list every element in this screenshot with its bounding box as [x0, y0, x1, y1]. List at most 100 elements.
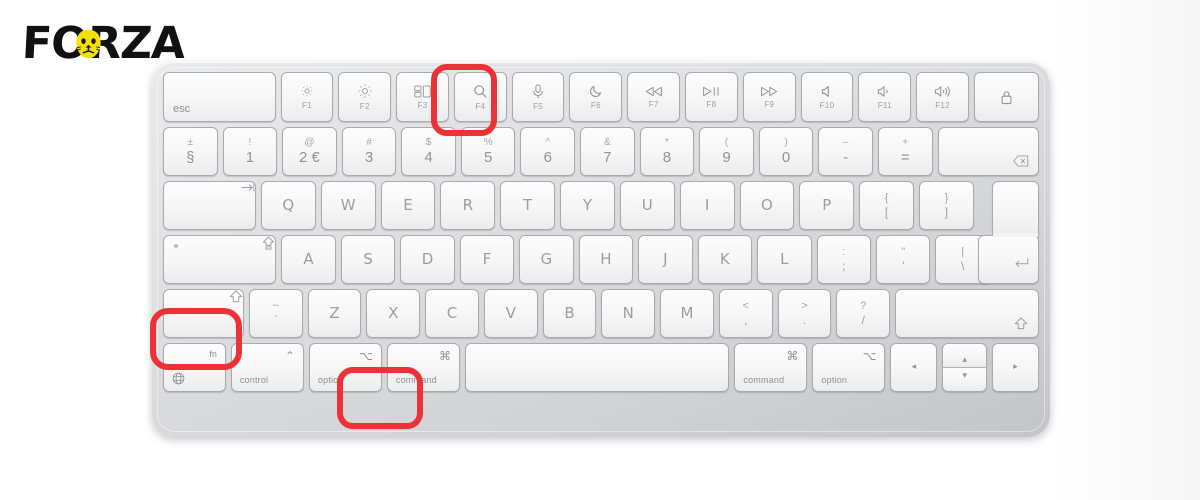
key-touchid-lock[interactable]: [973, 72, 1039, 122]
key-command-left[interactable]: ⌘ command: [386, 343, 460, 392]
arrow-left-icon: ◂: [911, 362, 917, 372]
key-3[interactable]: # 3: [341, 127, 397, 176]
key-f2[interactable]: F2: [338, 72, 392, 122]
key-u[interactable]: U: [619, 181, 675, 230]
key-section[interactable]: ± §: [163, 127, 218, 176]
key-slash[interactable]: ? /: [836, 289, 891, 338]
key-control-left[interactable]: ⌃ control: [230, 343, 304, 392]
key-y[interactable]: Y: [560, 181, 615, 230]
key-j-label: J: [663, 250, 668, 268]
key-f11[interactable]: F11: [858, 72, 912, 122]
key-arrow-updown-group: ▴ ▾: [942, 343, 988, 392]
key-q[interactable]: Q: [260, 181, 316, 230]
key-f8[interactable]: F8: [685, 72, 738, 122]
key-comma[interactable]: < ,: [718, 289, 773, 338]
key-6[interactable]: ^ 6: [520, 127, 576, 176]
key-quote[interactable]: " ': [876, 235, 931, 284]
key-semicolon[interactable]: : ;: [816, 235, 872, 284]
key-f7[interactable]: F7: [627, 72, 681, 122]
key-o[interactable]: O: [739, 181, 795, 230]
key-caps-lock[interactable]: [163, 235, 277, 284]
key-shift-right[interactable]: [895, 289, 1040, 338]
key-p-label: P: [822, 196, 832, 214]
key-arrow-left[interactable]: ◂: [890, 343, 938, 392]
key-b-label: B: [564, 304, 575, 322]
key-f[interactable]: F: [459, 235, 515, 284]
key-tab[interactable]: [163, 181, 256, 230]
key-f10[interactable]: F10: [800, 72, 854, 122]
key-f5-label: F5: [533, 101, 544, 111]
key-h[interactable]: H: [578, 235, 634, 284]
key-a[interactable]: A: [281, 235, 336, 284]
key-7[interactable]: & 7: [580, 127, 635, 176]
key-d[interactable]: D: [400, 235, 455, 284]
key-arrow-right[interactable]: ▸: [992, 343, 1039, 392]
key-bracket-right[interactable]: } ]: [919, 181, 974, 230]
key-e[interactable]: E: [380, 181, 436, 230]
key-bracket-left[interactable]: { [: [859, 181, 914, 230]
key-delete[interactable]: [937, 127, 1039, 176]
key-1[interactable]: ! 1: [222, 127, 278, 176]
key-l[interactable]: L: [757, 235, 812, 284]
key-f12[interactable]: F12: [916, 72, 969, 122]
key-command-right-label: command: [743, 375, 785, 385]
key-backslash-lower: \: [961, 259, 965, 273]
key-n[interactable]: N: [601, 289, 656, 338]
key-return-lower-part: [978, 235, 1039, 284]
key-4-upper: $: [425, 136, 432, 148]
key-9[interactable]: ( 9: [699, 127, 754, 176]
key-c[interactable]: C: [425, 289, 479, 338]
key-4[interactable]: $ 4: [401, 127, 456, 176]
key-r[interactable]: R: [440, 181, 496, 230]
key-f1[interactable]: F1: [280, 72, 334, 122]
key-fn-globe[interactable]: fn: [163, 343, 226, 392]
key-x-label: X: [388, 304, 399, 322]
key-g[interactable]: G: [519, 235, 574, 284]
key-f4[interactable]: F4: [453, 72, 507, 122]
key-w[interactable]: W: [320, 181, 376, 230]
key-5[interactable]: % 5: [460, 127, 516, 176]
key-command-right[interactable]: ⌘ command: [734, 343, 808, 392]
key-equals[interactable]: + =: [877, 127, 933, 176]
key-arrow-down[interactable]: ▾: [942, 368, 988, 392]
key-slash-lower: /: [861, 313, 865, 327]
key-m[interactable]: M: [660, 289, 714, 338]
key-z-label: Z: [329, 304, 340, 322]
key-f9[interactable]: F9: [742, 72, 796, 122]
key-7-upper: &: [604, 136, 611, 148]
shift-arrow-icon: [229, 290, 243, 303]
key-option-right[interactable]: ⌥ option: [812, 343, 886, 392]
key-f1-label: F1: [302, 101, 312, 110]
key-8[interactable]: * 8: [639, 127, 695, 176]
key-t[interactable]: T: [500, 181, 556, 230]
key-period[interactable]: > .: [777, 289, 832, 338]
key-0[interactable]: ) 0: [758, 127, 814, 176]
key-space[interactable]: [464, 343, 730, 392]
key-s[interactable]: S: [340, 235, 396, 284]
key-3-upper: #: [366, 136, 372, 148]
key-2[interactable]: @ 2 €: [282, 127, 337, 176]
key-x[interactable]: X: [366, 289, 421, 338]
key-shift-left[interactable]: [163, 289, 244, 338]
key-arrow-up[interactable]: ▴: [942, 343, 988, 367]
key-i[interactable]: I: [679, 181, 735, 230]
key-j[interactable]: J: [638, 235, 693, 284]
key-option-left[interactable]: ⌥ option: [308, 343, 382, 392]
arrow-right-icon: ▸: [1013, 362, 1018, 372]
play-pause-icon: [702, 86, 720, 97]
key-z[interactable]: Z: [307, 289, 362, 338]
key-return[interactable]: [978, 181, 1039, 284]
key-tilde[interactable]: ~ `: [248, 289, 303, 338]
key-v[interactable]: V: [483, 289, 538, 338]
key-f12-label: F12: [935, 100, 950, 110]
key-esc[interactable]: esc: [163, 72, 276, 122]
key-minus[interactable]: – -: [818, 127, 873, 176]
key-k[interactable]: K: [697, 235, 753, 284]
option-alt-icon: ⌥: [359, 349, 373, 363]
key-f6[interactable]: F6: [569, 72, 623, 122]
key-f5[interactable]: F5: [511, 72, 565, 122]
key-f3[interactable]: F3: [396, 72, 449, 122]
key-b[interactable]: B: [542, 289, 597, 338]
key-semicolon-upper: :: [842, 246, 846, 258]
key-p[interactable]: P: [799, 181, 855, 230]
